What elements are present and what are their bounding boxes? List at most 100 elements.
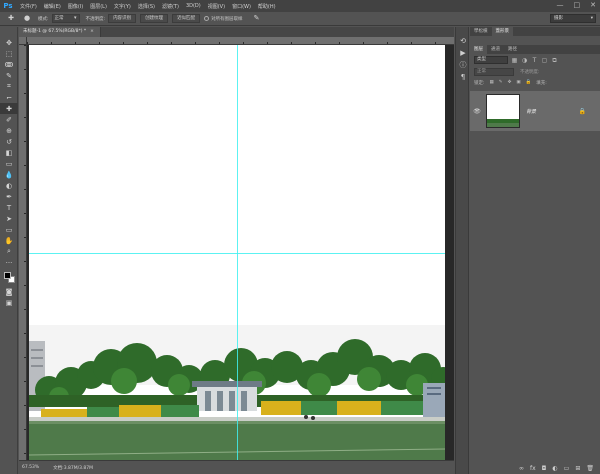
- color-swatches[interactable]: [0, 270, 17, 286]
- layer-name[interactable]: 背景: [526, 108, 536, 115]
- blend-mode-select[interactable]: 正常: [474, 67, 514, 76]
- move-icon[interactable]: ✥: [0, 37, 18, 48]
- zoom-icon[interactable]: ⌕: [0, 246, 18, 257]
- tab-close-icon[interactable]: ×: [90, 29, 94, 34]
- eyedropper-icon[interactable]: ⌐: [0, 92, 18, 103]
- paragraph-icon[interactable]: ¶: [456, 71, 470, 83]
- menu-window[interactable]: 窗口(W): [232, 3, 251, 10]
- menu-layer[interactable]: 图层(L): [90, 3, 107, 10]
- menu-type[interactable]: 文字(Y): [114, 3, 131, 10]
- filter-pixel-icon[interactable]: ▦: [511, 57, 518, 64]
- pen-icon[interactable]: ✒: [0, 191, 18, 202]
- filter-kind-select[interactable]: 类型: [474, 56, 508, 64]
- quick-mask-icon[interactable]: ◙: [0, 286, 18, 297]
- close-icon[interactable]: ✕: [590, 1, 596, 9]
- tab-layers[interactable]: 图层: [470, 45, 487, 54]
- delete-layer-icon[interactable]: 🗑: [586, 465, 594, 472]
- content-aware-button[interactable]: 内容识别: [108, 14, 137, 23]
- tab-panel-1[interactable]: 學松橫: [470, 27, 492, 36]
- pressure-icon[interactable]: ✎: [252, 14, 262, 23]
- new-layer-icon[interactable]: ⊞: [575, 465, 580, 472]
- menu-file[interactable]: 文件(F): [20, 3, 37, 10]
- layer-row-background[interactable]: 👁 背景 🔒: [470, 91, 600, 131]
- options-bar: ✚ ● 模式: 正常 不透明度: 内容识别 创建纹理 近似匹配 对所有图层取样 …: [0, 12, 600, 26]
- maximize-icon[interactable]: □: [574, 1, 581, 9]
- brush-preset-icon[interactable]: ●: [22, 14, 32, 23]
- menu-image[interactable]: 图像(I): [68, 3, 83, 10]
- ruler-corner[interactable]: [19, 37, 27, 45]
- filter-adjust-icon[interactable]: ◑: [521, 57, 528, 64]
- horizontal-ruler[interactable]: [27, 37, 454, 45]
- lock-pixels-icon[interactable]: ▦: [490, 80, 494, 85]
- menu-3d[interactable]: 3D(D): [186, 3, 201, 9]
- layers-panel-tabs: 图层 通道 路径: [470, 45, 600, 54]
- fill-label: 填充:: [536, 80, 547, 86]
- menu-select[interactable]: 选择(S): [138, 3, 155, 10]
- sample-all-layers-checkbox[interactable]: 对所有图层取样: [204, 16, 246, 22]
- tab-paths[interactable]: 路径: [504, 45, 521, 54]
- gradient-icon[interactable]: ▭: [0, 158, 18, 169]
- menu-edit[interactable]: 编辑(E): [44, 3, 61, 10]
- minimize-icon[interactable]: —: [557, 1, 564, 9]
- menu-filter[interactable]: 滤镜(T): [162, 3, 179, 10]
- link-layers-icon[interactable]: ∞: [519, 465, 524, 472]
- history-brush-icon[interactable]: ↺: [0, 136, 18, 147]
- tab-channels[interactable]: 通道: [487, 45, 504, 54]
- screen-mode-icon[interactable]: ▣: [0, 297, 18, 308]
- info-icon[interactable]: ⓘ: [456, 59, 470, 71]
- more-tools-icon[interactable]: ···: [0, 257, 18, 268]
- fx-icon[interactable]: fx: [530, 465, 536, 472]
- eraser-icon[interactable]: ◧: [0, 147, 18, 158]
- document-tab[interactable]: 未标题-1 @ 67.5%(RGB/8*) * ×: [19, 27, 101, 37]
- rectangle-icon[interactable]: ▭: [0, 224, 18, 235]
- lock-position-icon[interactable]: ✥: [508, 80, 512, 85]
- lock-artboard-icon[interactable]: ▣: [516, 80, 520, 85]
- thumbnail-image: [487, 95, 519, 127]
- canvas-area[interactable]: [27, 45, 454, 460]
- healing-icon[interactable]: ✚: [0, 103, 18, 114]
- lock-all-icon[interactable]: 🔒: [526, 80, 532, 85]
- create-texture-button[interactable]: 创建纹理: [140, 14, 169, 23]
- horizontal-guide[interactable]: [29, 253, 445, 254]
- history-icon[interactable]: ⟲: [456, 35, 470, 47]
- vertical-ruler[interactable]: [19, 45, 27, 460]
- mode-select[interactable]: 正常: [51, 14, 80, 23]
- workspace-select[interactable]: 摄影: [550, 14, 596, 23]
- adjustment-layer-icon[interactable]: ◐: [552, 465, 557, 472]
- path-select-icon[interactable]: ➤: [0, 213, 18, 224]
- dodge-icon[interactable]: ◐: [0, 180, 18, 191]
- hand-icon[interactable]: ✋: [0, 235, 18, 246]
- foreground-color-swatch[interactable]: [4, 272, 11, 279]
- filter-smart-icon[interactable]: ⧉: [551, 57, 558, 64]
- window-controls: — □ ✕: [557, 1, 597, 9]
- checkbox-icon: [204, 16, 210, 21]
- document-info[interactable]: 文档:3.87M/3.87M: [53, 465, 93, 471]
- quick-select-icon[interactable]: ✎: [0, 70, 18, 81]
- menu-help[interactable]: 帮助(H): [258, 3, 276, 10]
- blur-icon[interactable]: 💧: [0, 169, 18, 180]
- tools-panel: ✥ ⬚ ↂ ✎ ⌗ ⌐ ✚ ✐ ⊕ ↺ ◧ ▭ 💧 ◐ ✒ T ➤ ▭ ✋ ⌕ …: [0, 27, 18, 474]
- filter-type-icon[interactable]: T: [531, 57, 538, 64]
- visibility-eye-icon[interactable]: 👁: [470, 108, 484, 115]
- play-icon[interactable]: ▶: [456, 47, 470, 59]
- marquee-icon[interactable]: ⬚: [0, 48, 18, 59]
- brush-icon[interactable]: ✐: [0, 114, 18, 125]
- menu-view[interactable]: 视图(V): [208, 3, 225, 10]
- lock-row: 锁定: ▦ ✎ ✥ ▣ 🔒 填充:: [470, 77, 600, 88]
- document-tab-title: 未标题-1 @ 67.5%(RGB/8*) *: [23, 29, 87, 34]
- layer-lock-icon: 🔒: [578, 107, 586, 115]
- tab-panel-2[interactable]: 蓋形景: [491, 27, 513, 36]
- add-mask-icon[interactable]: ◘: [542, 465, 547, 472]
- proximity-match-button[interactable]: 近似匹配: [172, 14, 201, 23]
- spot-healing-tool-icon[interactable]: ✚: [6, 14, 16, 23]
- filter-shape-icon[interactable]: ▢: [541, 57, 548, 64]
- new-group-icon[interactable]: ▭: [564, 465, 570, 472]
- stamp-icon[interactable]: ⊕: [0, 125, 18, 136]
- lock-paint-icon[interactable]: ✎: [499, 80, 503, 85]
- crop-icon[interactable]: ⌗: [0, 81, 18, 92]
- type-icon[interactable]: T: [0, 202, 18, 213]
- menu-bar: Ps 文件(F) 编辑(E) 图像(I) 图层(L) 文字(Y) 选择(S) 滤…: [0, 0, 600, 12]
- zoom-level[interactable]: 67.53%: [22, 465, 39, 470]
- lasso-icon[interactable]: ↂ: [0, 59, 18, 70]
- document-canvas[interactable]: [29, 45, 445, 460]
